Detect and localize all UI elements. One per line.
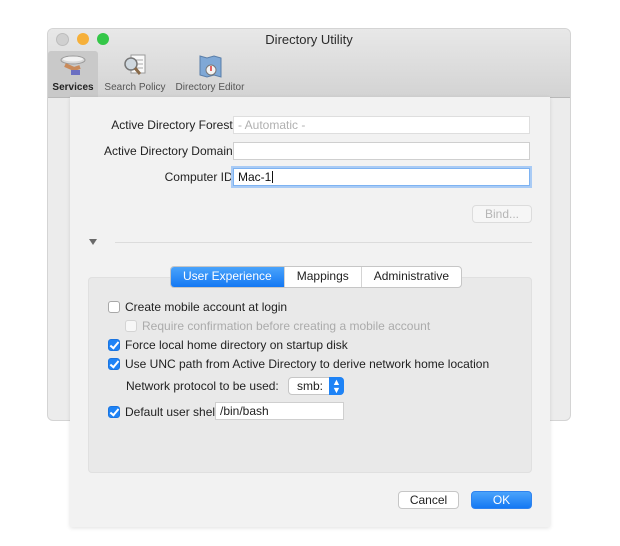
toolbar-label: Search Policy xyxy=(104,82,166,93)
default-shell-field[interactable]: /bin/bash xyxy=(215,402,344,420)
protocol-label: Network protocol to be used: xyxy=(126,379,279,393)
toolbar-item-services[interactable]: Services xyxy=(48,51,98,97)
text-caret xyxy=(272,171,274,183)
checkmark-icon xyxy=(108,358,120,370)
updown-chevron-icon: ▲ ▼ xyxy=(329,377,344,395)
checkmark-icon xyxy=(108,406,120,418)
cancel-button[interactable]: Cancel xyxy=(398,491,459,509)
services-icon xyxy=(58,53,88,79)
tab-user-experience[interactable]: User Experience xyxy=(171,267,284,287)
create-mobile-account-checkbox[interactable]: Create mobile account at login xyxy=(108,300,287,314)
window-title: Directory Utility xyxy=(265,32,353,47)
ok-button[interactable]: OK xyxy=(471,491,532,509)
protocol-value: smb: xyxy=(297,379,324,393)
toolbar: Directory Utility Services Search Policy… xyxy=(48,29,570,98)
force-local-home-checkbox[interactable]: Force local home directory on startup di… xyxy=(108,338,348,352)
tab-administrative[interactable]: Administrative xyxy=(360,267,461,287)
protocol-popup[interactable]: smb: ▲ ▼ xyxy=(288,377,344,395)
toolbar-item-search-policy[interactable]: Search Policy xyxy=(100,51,170,97)
directory-editor-icon xyxy=(195,53,225,79)
bind-sheet: Active Directory Forest: - Automatic - A… xyxy=(70,97,550,527)
tab-mappings[interactable]: Mappings xyxy=(283,267,361,287)
computer-id-value: Mac-1 xyxy=(238,170,272,184)
checkbox-icon xyxy=(108,301,120,313)
tab-bar: User Experience Mappings Administrative xyxy=(170,266,463,288)
domain-field[interactable] xyxy=(233,142,530,160)
default-shell-checkbox[interactable]: Default user shell: xyxy=(108,405,221,419)
checkmark-icon xyxy=(108,339,120,351)
separator xyxy=(115,242,532,243)
computer-id-field[interactable]: Mac-1 xyxy=(233,168,530,186)
checkbox-label: Create mobile account at login xyxy=(125,300,288,314)
domain-label: Active Directory Domain: xyxy=(103,144,236,158)
search-policy-icon xyxy=(120,53,150,79)
checkbox-label: Require confirmation before creating a m… xyxy=(142,319,431,333)
bind-button[interactable]: Bind... xyxy=(472,205,532,223)
computer-id-label: Computer ID: xyxy=(164,170,236,184)
forest-label: Active Directory Forest: xyxy=(111,118,236,132)
tab-panel: Create mobile account at login Require c… xyxy=(88,277,532,473)
disclosure-triangle-icon[interactable] xyxy=(89,239,97,245)
toolbar-label: Directory Editor xyxy=(175,82,245,93)
checkbox-label: Default user shell: xyxy=(125,405,222,419)
toolbar-item-directory-editor[interactable]: Directory Editor xyxy=(172,51,248,97)
checkbox-label: Force local home directory on startup di… xyxy=(125,338,348,352)
require-confirmation-checkbox[interactable]: Require confirmation before creating a m… xyxy=(125,319,430,333)
forest-field[interactable]: - Automatic - xyxy=(233,116,530,134)
toolbar-label: Services xyxy=(52,82,94,93)
use-unc-path-checkbox[interactable]: Use UNC path from Active Directory to de… xyxy=(108,357,489,371)
checkbox-label: Use UNC path from Active Directory to de… xyxy=(125,357,490,371)
checkbox-icon xyxy=(125,320,137,332)
